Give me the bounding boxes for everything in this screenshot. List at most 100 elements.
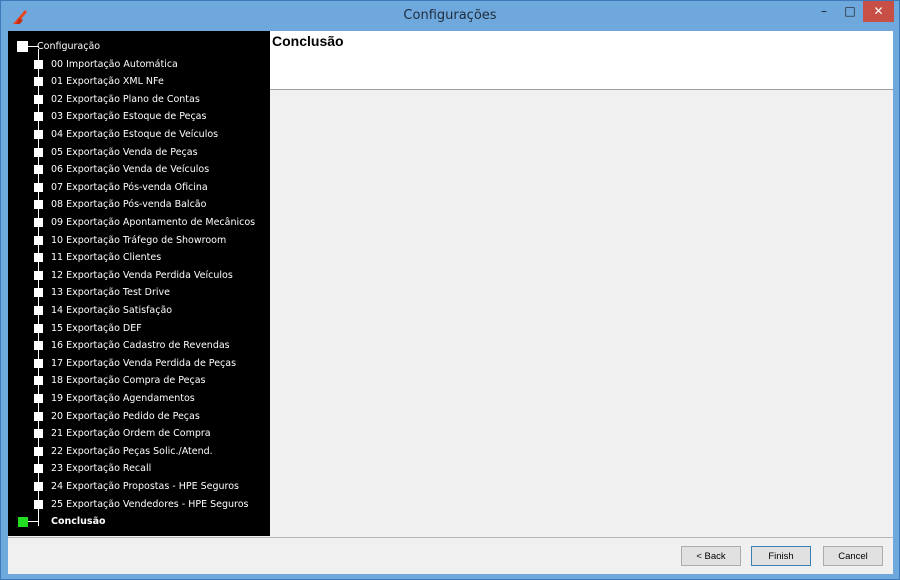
tree-item-step[interactable]: 10 Exportação Tráfego de Showroom [8,232,270,249]
tree-item-label: Conclusão [51,516,106,528]
cancel-button[interactable]: Cancel [823,546,883,566]
tree-node-box-icon [34,200,43,210]
tree-item-step[interactable]: 00 Importação Automática [8,56,270,73]
tree-item-label: 16 Exportação Cadastro de Revendas [51,340,230,352]
tree-item-label: 09 Exportação Apontamento de Mecânicos [51,217,256,228]
tree-item-label: 06 Exportação Venda de Veículos [51,164,210,176]
tree-item-label: 12 Exportação Venda Perdida Veículos [51,269,233,281]
tree-item-label: 00 Importação Automática [51,58,178,70]
tree-item-label: 14 Exportação Satisfação [51,305,173,316]
tree-node-box-icon [34,376,43,386]
tree-node-box-icon [34,358,43,368]
tree-item-step[interactable]: 07 Exportação Pós-venda Oficina [8,179,270,196]
tree-item-step[interactable]: 15 Exportação DEF [8,320,270,337]
tree-item-label: 22 Exportação Peças Solic./Atend. [51,445,213,457]
page-title: Conclusão [272,33,344,49]
tree-item-label: 04 Exportação Estoque de Veículos [51,129,219,140]
tree-node-box-icon [34,429,43,439]
configuracoes-window: Configurações – □ ✕ Configuração 00 Impor… [0,0,900,580]
tree-item-label: 01 Exportação XML NFe [51,76,164,88]
tree-item-label: Configuração [37,41,101,52]
tree-node-box-icon [34,112,43,122]
tree-item-label: 02 Exportação Plano de Contas [51,93,200,105]
tree-item-step[interactable]: 19 Exportação Agendamentos [8,390,270,407]
tree-node-box-icon [34,165,43,175]
tree-item-step[interactable]: 12 Exportação Venda Perdida Veículos [8,267,270,284]
tree-item-label: 10 Exportação Tráfego de Showroom [51,234,227,246]
tree-item-label: 19 Exportação Agendamentos [51,393,195,404]
tree-node-box-icon [34,411,43,421]
tree-item-label: 07 Exportação Pós-venda Oficina [51,181,208,193]
tree-node-box-icon [34,77,43,87]
tree-node-box-icon [34,341,43,351]
close-button[interactable]: ✕ [863,1,894,22]
tree-node-box-icon [34,394,43,403]
tree-item-step[interactable]: 13 Exportação Test Drive [8,284,270,301]
tree-item-label: 21 Exportação Ordem de Compra [51,428,211,440]
step-header: Conclusão [270,31,893,90]
tree-item-step[interactable]: 04 Exportação Estoque de Veículos [8,126,270,143]
finish-button[interactable]: Finish [751,546,811,566]
tree-node-box-icon [34,270,43,280]
tree-node-box-icon [34,464,43,474]
tree-node-box-icon [34,218,43,227]
tree-item-step[interactable]: 17 Exportação Venda Perdida de Peças [8,355,270,372]
tree-connector-line [28,46,39,47]
step-content-panel [270,90,893,536]
tree-item-step[interactable]: 02 Exportação Plano de Contas [8,91,270,108]
tree-connector-line [28,521,39,523]
tree-item-label: 17 Exportação Venda Perdida de Peças [51,357,237,369]
tree-node-box-icon [34,499,43,509]
minimize-button[interactable]: – [811,1,837,22]
tree-item-step[interactable]: 20 Exportação Pedido de Peças [8,408,270,425]
tree-node-box-icon [34,147,43,157]
tree-item-step[interactable]: 21 Exportação Ordem de Compra [8,425,270,442]
tree-item-label: 20 Exportação Pedido de Peças [51,410,200,422]
tree-node-box-icon [34,94,43,104]
wizard-client-area: Configuração 00 Importação Automática 01 E… [8,31,893,574]
tree-item-step[interactable]: 06 Exportação Venda de Veículos [8,161,270,178]
bottom-divider [8,537,893,538]
tree-node-box-icon [34,182,43,192]
tree-item-step[interactable]: 01 Exportação XML NFe [8,73,270,90]
tree-item-step[interactable]: 18 Exportação Compra de Peças [8,372,270,389]
tree-item-step[interactable]: 09 Exportação Apontamento de Mecânicos [8,214,270,231]
tree-node-box-icon [34,59,43,69]
tree-item-label: 25 Exportação Vendedores - HPE Seguros [51,498,249,510]
maximize-button[interactable]: □ [837,1,863,22]
tree-node-box-icon [34,253,43,263]
title-bar[interactable]: Configurações – □ ✕ [1,1,899,31]
tree-node-box-icon [17,41,28,52]
tree-item-step[interactable]: 05 Exportação Venda de Peças [8,144,270,161]
tree-item-label: 11 Exportação Clientes [51,252,162,264]
tree-item-label: 08 Exportação Pós-venda Balcão [51,199,207,211]
tree-item-step[interactable]: 11 Exportação Clientes [8,249,270,266]
tree-node-box-icon [34,130,43,139]
tree-item-step[interactable]: 25 Exportação Vendedores - HPE Seguros [8,496,270,513]
back-button[interactable]: < Back [681,546,741,566]
tree-item-label: 05 Exportação Venda de Peças [51,146,198,158]
tree-node-box-icon [34,288,43,298]
tree-node-box-icon [34,482,43,491]
tree-item-step[interactable]: 24 Exportação Propostas - HPE Seguros [8,478,270,495]
tree-item-step[interactable]: 22 Exportação Peças Solic./Atend. [8,443,270,460]
tree-item-label: 24 Exportação Propostas - HPE Seguros [51,481,240,492]
tree-item-step[interactable]: 08 Exportação Pós-venda Balcão [8,196,270,213]
steps-tree: Configuração 00 Importação Automática 01 E… [8,31,270,536]
tree-item-label: 18 Exportação Compra de Peças [51,375,206,387]
tree-node-box-icon [34,306,43,315]
tree-item-step[interactable]: 14 Exportação Satisfação [8,302,270,319]
tree-node-box-icon [34,323,43,333]
tree-node-box-icon [34,235,43,245]
tree-item-label: 03 Exportação Estoque de Peças [51,111,207,123]
tree-item-step[interactable]: 03 Exportação Estoque de Peças [8,108,270,125]
tree-item-label: 15 Exportação DEF [51,322,142,334]
tree-item-label: 13 Exportação Test Drive [51,287,170,299]
tree-item-step[interactable]: 23 Exportação Recall [8,460,270,477]
window-title: Configurações [403,8,497,23]
tree-item-configuracao[interactable]: Configuração [8,38,270,55]
tree-node-box-icon [34,446,43,456]
tree-item-label: 23 Exportação Recall [51,463,152,475]
tree-item-conclusao[interactable]: Conclusão [8,513,270,530]
tree-item-step[interactable]: 16 Exportação Cadastro de Revendas [8,337,270,354]
